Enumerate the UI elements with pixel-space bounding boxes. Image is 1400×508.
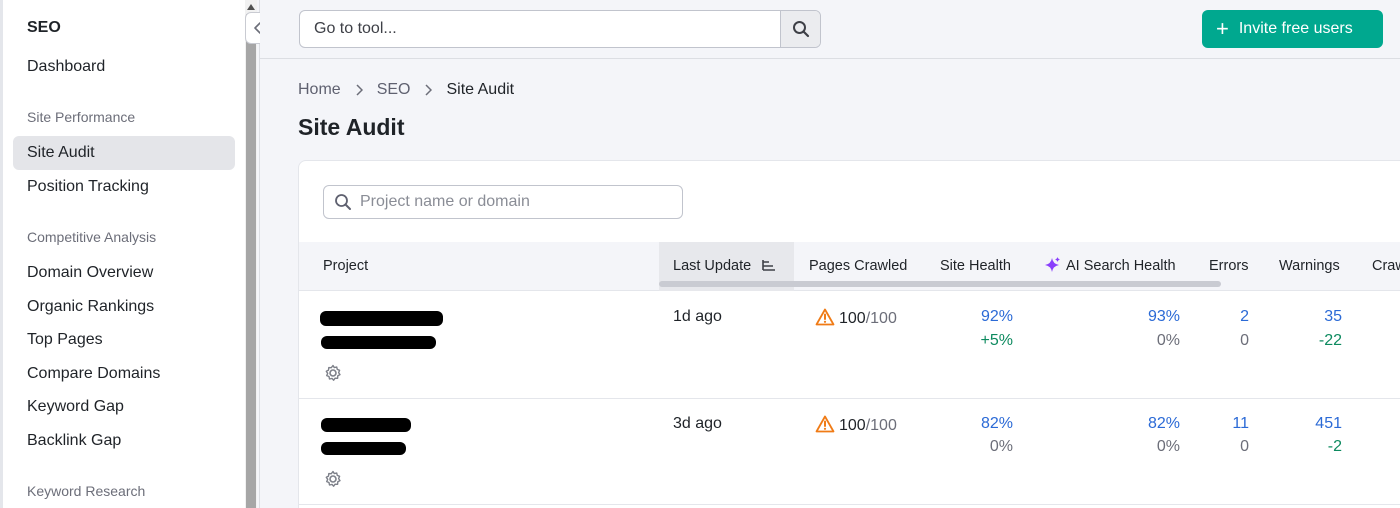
sidebar-item-backlink-gap[interactable]: Backlink Gap <box>13 424 235 458</box>
top-bar: + Invite free users <box>260 0 1400 59</box>
sort-descending-icon <box>762 260 776 271</box>
sidebar-scroll-thumb[interactable] <box>246 14 256 508</box>
pages-crawled-total: /100 <box>865 417 897 434</box>
site-health-delta: 0% <box>989 438 1013 455</box>
sidebar-item-position-tracking[interactable]: Position Tracking <box>13 170 235 204</box>
redacted-project-name <box>320 311 443 326</box>
search-icon <box>792 21 809 38</box>
pages-crawled: 100/100 <box>815 308 897 328</box>
breadcrumb-home[interactable]: Home <box>298 81 341 99</box>
invite-label: Invite free users <box>1238 20 1353 37</box>
pages-crawled-done: 100 <box>839 417 866 434</box>
page-title: Site Audit <box>298 114 405 140</box>
sidebar-divider <box>259 0 260 508</box>
table-horizontal-scrollbar[interactable] <box>659 281 1221 287</box>
chevron-right-icon <box>424 84 433 96</box>
column-project[interactable]: Project <box>323 242 368 291</box>
sidebar-title: SEO <box>27 19 61 36</box>
gear-icon[interactable] <box>323 363 343 383</box>
sidebar-item-compare-domains[interactable]: Compare Domains <box>13 357 235 391</box>
sidebar-item-site-audit[interactable]: Site Audit <box>13 136 235 170</box>
column-last-update-label: Last Update <box>673 258 752 274</box>
search-icon <box>335 194 351 210</box>
sidebar-item-domain-overview[interactable]: Domain Overview <box>13 256 235 290</box>
sidebar-section-competitive-analysis: Competitive Analysis <box>27 229 157 245</box>
site-health-value[interactable]: 92% <box>981 308 1013 326</box>
errors-delta: 0 <box>1240 332 1249 349</box>
errors-value[interactable]: 2 <box>1240 308 1249 326</box>
chevron-right-icon <box>355 84 363 96</box>
errors-delta: 0 <box>1240 438 1249 455</box>
column-crawl[interactable]: Craw <box>1372 242 1400 291</box>
last-update: 1d ago <box>673 308 722 325</box>
redacted-project-domain <box>321 442 406 455</box>
plus-icon: + <box>1216 16 1229 41</box>
errors-value[interactable]: 11 <box>1232 415 1249 433</box>
site-health-value[interactable]: 82% <box>981 415 1013 433</box>
breadcrumb: Home SEO Site Audit <box>298 81 514 99</box>
sidebar-item-organic-rankings[interactable]: Organic Rankings <box>13 290 235 324</box>
warnings-delta: -2 <box>1327 438 1342 455</box>
pages-crawled-total: /100 <box>865 310 897 327</box>
site-health-delta: +5% <box>980 332 1013 349</box>
project-search-input[interactable] <box>360 193 682 211</box>
sidebar-item-top-pages[interactable]: Top Pages <box>13 323 235 357</box>
pages-crawled: 100/100 <box>815 415 897 435</box>
table-row[interactable]: 3d ago 100/100 82% 0% 82% 0% 11 0 451 -2 <box>299 399 1400 505</box>
column-warnings[interactable]: Warnings <box>1279 242 1340 291</box>
project-search <box>323 185 683 219</box>
ai-search-health-value[interactable]: 82% <box>1148 415 1180 433</box>
ai-search-health-value[interactable]: 93% <box>1148 308 1180 326</box>
sidebar-section-site-performance: Site Performance <box>27 109 136 125</box>
invite-free-users-button[interactable]: + Invite free users <box>1202 10 1383 48</box>
breadcrumb-current: Site Audit <box>446 81 515 98</box>
tool-search-input[interactable] <box>300 11 780 47</box>
last-update: 3d ago <box>673 415 722 432</box>
redacted-project-domain <box>321 336 436 349</box>
redacted-project-name <box>321 418 411 432</box>
pages-crawled-done: 100 <box>839 310 866 327</box>
scroll-up-arrow-icon[interactable] <box>245 2 257 12</box>
tool-search <box>299 10 821 48</box>
sidebar-item-keyword-gap[interactable]: Keyword Gap <box>13 390 235 424</box>
tool-search-button[interactable] <box>780 11 820 47</box>
warning-icon <box>815 308 835 326</box>
sparkle-icon <box>1045 257 1060 272</box>
sidebar: SEO Dashboard Site Performance Site Audi… <box>0 0 245 508</box>
warnings-value[interactable]: 451 <box>1315 415 1342 433</box>
warnings-delta: -22 <box>1318 332 1342 349</box>
breadcrumb-seo[interactable]: SEO <box>377 81 411 99</box>
table-row[interactable]: 1d ago 100/100 92% +5% 93% 0% 2 0 35 -22 <box>299 292 1400 399</box>
column-ai-search-health-label: AI Search Health <box>1066 258 1176 274</box>
ai-search-health-delta: 0% <box>1156 332 1180 349</box>
warning-icon <box>815 415 835 433</box>
projects-card: Project Last Update Pages Crawled Site H… <box>298 160 1400 508</box>
gear-icon[interactable] <box>323 469 343 489</box>
warnings-value[interactable]: 35 <box>1324 308 1342 326</box>
sidebar-section-keyword-research: Keyword Research <box>27 483 146 499</box>
sidebar-item-dashboard[interactable]: Dashboard <box>13 50 235 84</box>
ai-search-health-delta: 0% <box>1156 438 1180 455</box>
